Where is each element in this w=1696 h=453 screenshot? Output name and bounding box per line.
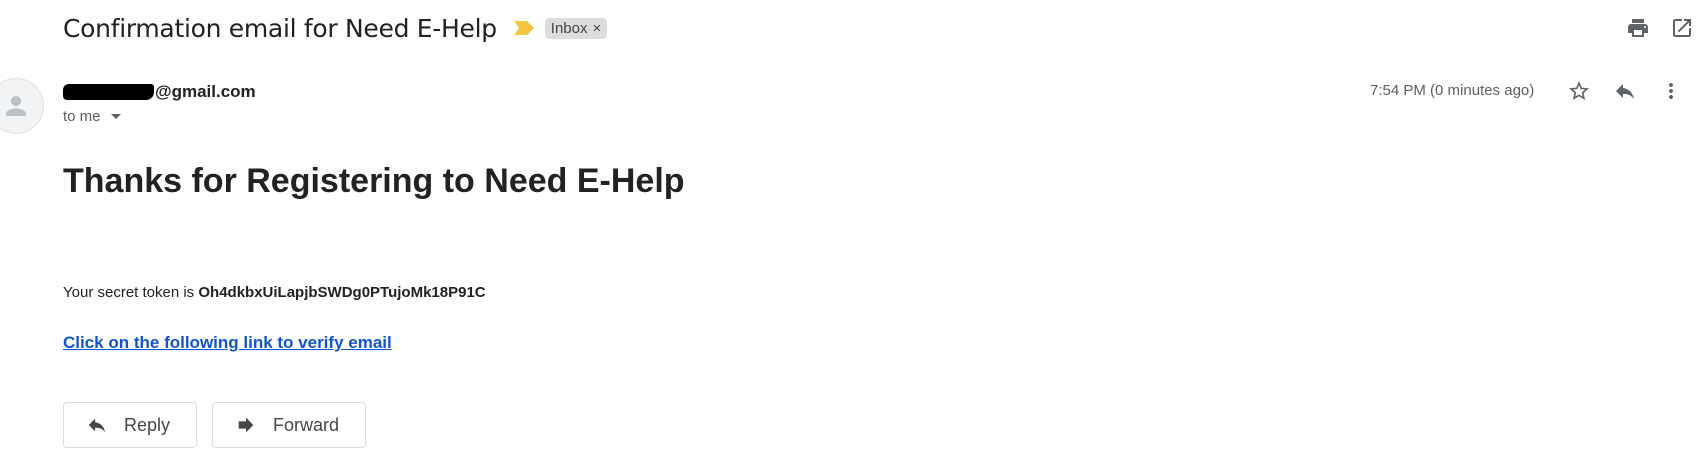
open-in-new-window-icon[interactable] [1668, 14, 1696, 42]
secret-token-value: Oh4dkbxUiLapjbSWDg0PTujoMk18P91C [198, 284, 486, 301]
sender-row: @gmail.com [63, 82, 256, 102]
forward-button[interactable]: Forward [212, 402, 367, 448]
star-icon[interactable] [1565, 77, 1593, 105]
token-label: Your secret token is [63, 284, 195, 301]
verify-email-link[interactable]: Click on the following link to verify em… [63, 333, 392, 353]
label-text: Inbox [550, 19, 588, 37]
remove-label-icon[interactable]: × [593, 20, 602, 37]
reply-forward-actions: Reply Forward [63, 402, 367, 448]
secret-token-line: Your secret token is Oh4dkbxUiLapjbSWDg0… [63, 284, 486, 301]
importance-marker-icon[interactable] [513, 19, 535, 37]
chevron-down-icon [110, 114, 121, 119]
sender-avatar[interactable] [0, 78, 44, 134]
reply-icon [88, 418, 106, 433]
person-icon [6, 96, 26, 116]
forward-icon [238, 417, 254, 433]
email-subject: Confirmation email for Need E-Help [63, 13, 497, 43]
print-icon[interactable] [1624, 14, 1652, 42]
top-toolbar [1624, 14, 1696, 42]
more-vert-icon[interactable] [1657, 77, 1685, 105]
inbox-label-chip[interactable]: Inbox × [544, 17, 608, 39]
reply-button[interactable]: Reply [63, 402, 198, 448]
email-body-heading: Thanks for Registering to Need E-Help [63, 162, 685, 200]
email-timestamp: 7:54 PM (0 minutes ago) [1370, 82, 1535, 99]
reply-button-label: Reply [124, 414, 171, 435]
forward-button-label: Forward [273, 414, 340, 435]
message-actions [1565, 77, 1685, 105]
reply-icon[interactable] [1611, 77, 1639, 105]
sender-email[interactable]: @gmail.com [155, 82, 256, 102]
redacted-sender-name [63, 84, 154, 100]
subject-row: Confirmation email for Need E-Help Inbox… [63, 8, 608, 48]
recipient-details-toggle[interactable]: to me [63, 108, 121, 125]
recipient-text: to me [63, 108, 101, 125]
